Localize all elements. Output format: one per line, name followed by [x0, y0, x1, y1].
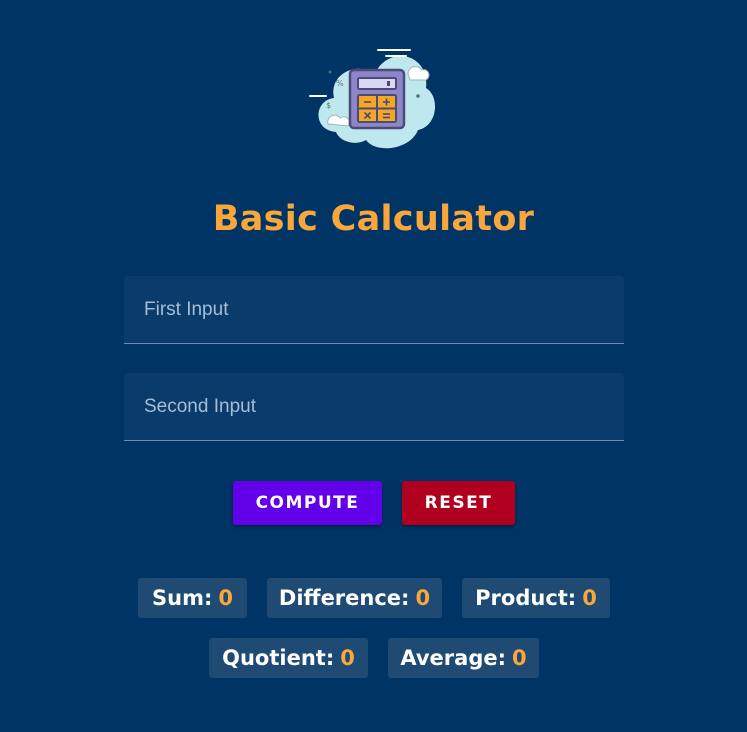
- result-product: Product: 0: [462, 578, 610, 618]
- result-quotient: Quotient: 0: [209, 638, 368, 678]
- first-input-field[interactable]: [124, 276, 624, 344]
- result-label: Difference:: [278, 586, 410, 610]
- svg-text:$: $: [326, 101, 331, 110]
- calculator-cloud-icon: % $: [309, 49, 436, 149]
- result-label: Quotient:: [222, 646, 335, 670]
- second-input[interactable]: [124, 373, 624, 440]
- page-title: Basic Calculator: [212, 199, 535, 239]
- calculator-logo: % $: [306, 42, 438, 154]
- result-label: Product:: [475, 586, 577, 610]
- result-label: Average:: [400, 646, 506, 670]
- result-value: 0: [340, 646, 355, 670]
- svg-text:%: %: [336, 79, 344, 88]
- result-value: 0: [218, 586, 233, 610]
- compute-button[interactable]: COMPUTE: [233, 481, 382, 525]
- result-value: 0: [582, 586, 597, 610]
- first-input[interactable]: [124, 276, 624, 343]
- result-value: 0: [415, 586, 431, 610]
- result-value: 0: [512, 646, 527, 670]
- result-average: Average: 0: [388, 638, 539, 678]
- second-input-field[interactable]: [124, 373, 624, 441]
- result-sum: Sum: 0: [138, 578, 247, 618]
- result-difference: Difference: 0: [267, 578, 442, 618]
- reset-button[interactable]: RESET: [402, 481, 515, 525]
- result-label: Sum:: [152, 586, 213, 610]
